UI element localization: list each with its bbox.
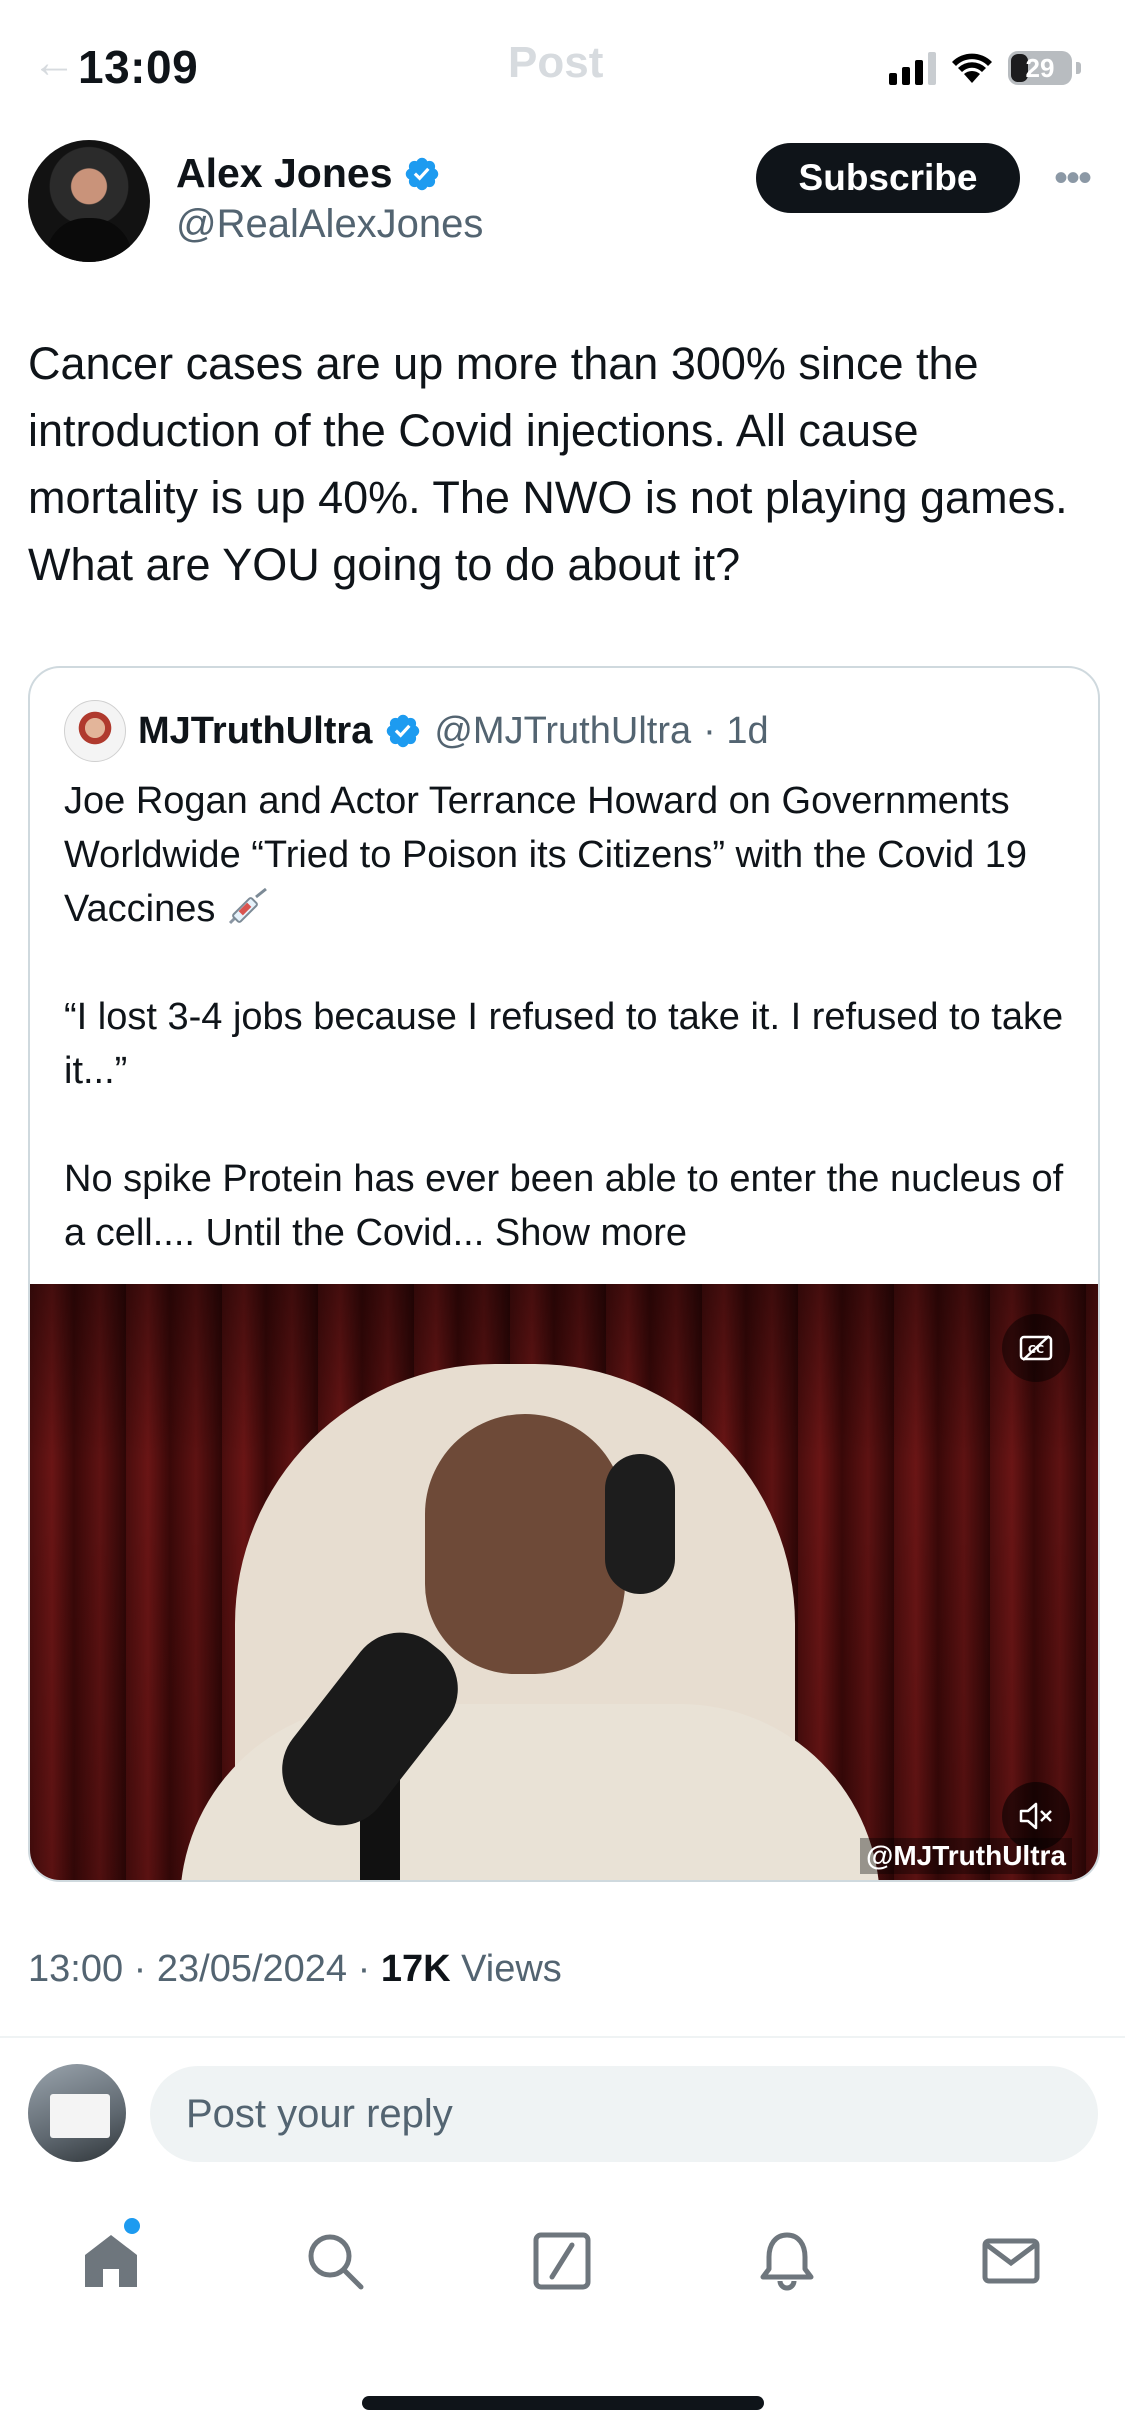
quote-paragraph: No spike Protein has ever been able to e… (64, 1152, 1074, 1260)
home-indicator[interactable] (362, 2396, 764, 2410)
quote-header: MJTruthUltra @MJTruthUltra · 1d (64, 700, 769, 762)
quote-paragraph-1: Joe Rogan and Actor Terrance Howard on G… (64, 780, 1028, 930)
author-name[interactable]: Alex Jones (176, 150, 393, 197)
meta-separator: · (123, 1948, 157, 1990)
syringe-emoji-icon (228, 887, 267, 925)
back-arrow-icon[interactable]: ← (32, 38, 76, 88)
author-avatar[interactable] (28, 140, 150, 262)
quote-paragraph-2: “I lost 3-4 jobs because I refused to ta… (64, 996, 1064, 1092)
quoted-post-card[interactable]: MJTruthUltra @MJTruthUltra · 1d Joe Roga… (28, 666, 1100, 1882)
quote-author-avatar (64, 700, 126, 762)
author-handle[interactable]: @RealAlexJones (176, 202, 483, 247)
status-time: 13:09 (78, 41, 199, 93)
video-headphones (605, 1454, 675, 1594)
battery-percent: 29 (1025, 52, 1055, 83)
video-player[interactable]: CC @MJTruthUltra (30, 1284, 1098, 1880)
bell-icon (760, 2232, 814, 2291)
tab-messages[interactable] (966, 2216, 1056, 2306)
tab-search[interactable] (290, 2216, 380, 2306)
video-watermark: @MJTruthUltra (860, 1838, 1072, 1874)
home-icon (85, 2235, 137, 2287)
post-text: Cancer cases are up more than 300% since… (28, 338, 1068, 590)
subscribe-button[interactable]: Subscribe (756, 143, 1020, 213)
video-person-face (425, 1414, 625, 1674)
post-date: 23/05/2024 (156, 1948, 348, 1990)
wifi-icon (952, 53, 992, 83)
bottom-tab-bar (0, 2200, 1125, 2320)
grok-slash-icon (533, 2232, 591, 2290)
battery-icon: 29 (1008, 51, 1072, 85)
author-name-row[interactable]: Alex Jones (176, 150, 441, 197)
captions-icon[interactable]: CC (1002, 1314, 1070, 1382)
battery-cap (1076, 62, 1081, 74)
tab-home[interactable] (66, 2216, 156, 2306)
quote-paragraph: Joe Rogan and Actor Terrance Howard on G… (64, 774, 1074, 936)
video-person-body (180, 1704, 880, 1880)
status-icons: 29 (889, 48, 1081, 88)
tab-notifications[interactable] (742, 2216, 832, 2306)
divider (0, 2036, 1125, 2038)
verified-badge-icon (387, 714, 420, 748)
show-more-link[interactable]: Show more (495, 1212, 687, 1254)
post-time: 13:00 (28, 1948, 124, 1990)
notification-dot (124, 2218, 140, 2234)
tab-grok[interactable] (517, 2216, 607, 2306)
more-options-icon[interactable]: ••• (1048, 158, 1096, 198)
quote-author-name: MJTruthUltra (138, 709, 373, 752)
quote-age: · 1d (703, 709, 769, 752)
status-bar: ← Post 13:09 29 (0, 0, 1125, 135)
views-count[interactable]: 17K (381, 1948, 451, 1990)
cellular-signal-icon (889, 51, 936, 85)
post-meta: 13:00 · 23/05/2024 · 17K Views (28, 1948, 562, 1991)
meta-separator: · (347, 1948, 381, 1990)
verified-badge-icon (405, 157, 438, 190)
reply-avatar[interactable] (28, 2064, 126, 2162)
quote-author-handle: @MJTruthUltra (434, 709, 692, 752)
envelope-icon (982, 2238, 1040, 2284)
quote-body: Joe Rogan and Actor Terrance Howard on G… (64, 774, 1074, 1260)
views-label: Views (461, 1948, 562, 1990)
reply-input[interactable] (150, 2066, 1098, 2162)
ghost-header-title: Post (508, 38, 604, 87)
search-icon (308, 2234, 364, 2290)
